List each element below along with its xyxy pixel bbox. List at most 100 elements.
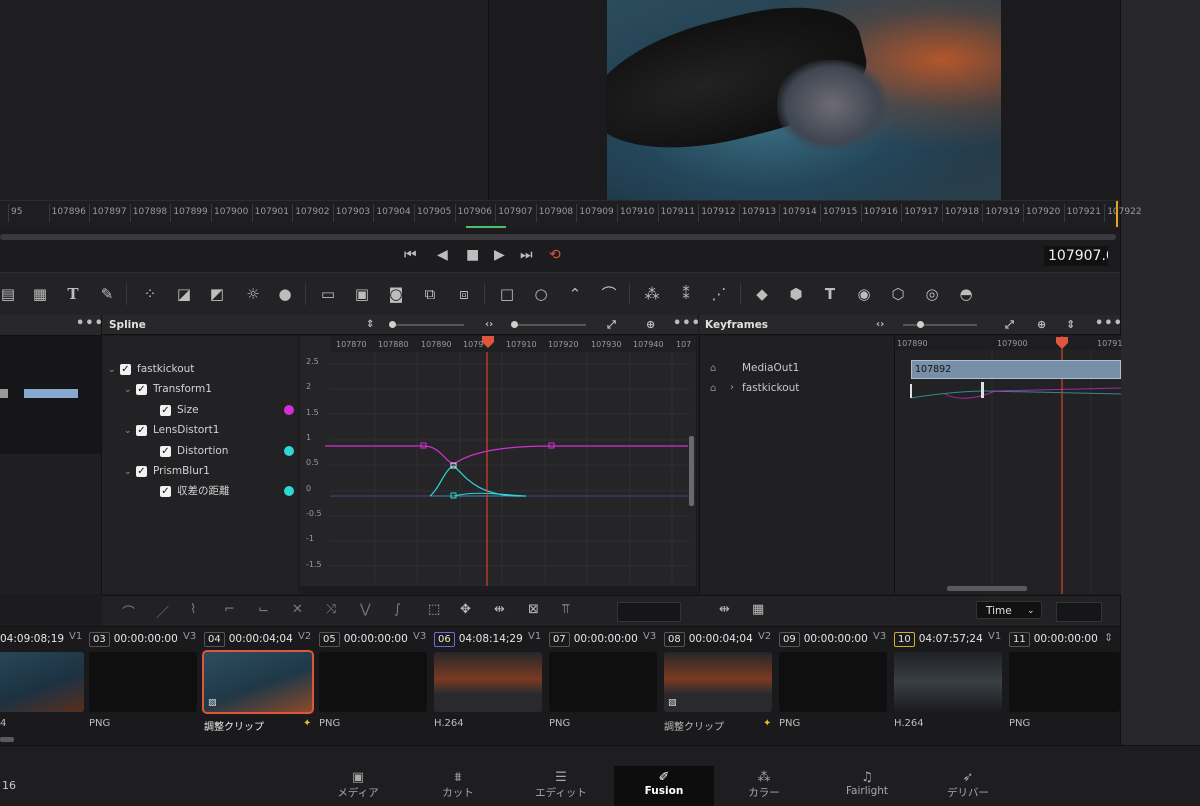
image-plane-3d-icon[interactable]: ◆ [752,284,772,304]
stop-icon[interactable]: ■ [466,247,479,263]
page-color[interactable]: ⁂ カラー [714,766,814,806]
checkbox[interactable]: ✓ [160,445,171,457]
resize-tool-icon[interactable]: ⧉ [420,284,440,304]
clip-thumbnail[interactable] [549,652,657,712]
loop-spline-icon[interactable]: ⤨ [326,602,336,617]
spline-ruler[interactable]: 107870 107880 107890 1079 107910 107920 … [330,336,696,352]
bspline-mask-icon[interactable]: ⌒ [599,284,619,304]
time-dropdown[interactable]: Time ⌄ [976,601,1042,619]
up-down-icon[interactable]: ⇕ [366,315,374,335]
relative-icon[interactable]: ∫ [394,602,401,617]
particles-tool-icon[interactable]: ⁘ [140,284,160,304]
clip-thumbnail[interactable] [1009,652,1120,712]
spline-value-field[interactable] [617,602,681,622]
clip-thumbnail[interactable]: ▧ [664,652,772,712]
fit-icon[interactable]: ⤢ [607,315,616,335]
rectangle-mask-icon[interactable]: □ [497,284,517,304]
matte-control-icon[interactable]: ◙ [386,284,406,304]
merge-3d-icon[interactable]: ⬡ [888,284,908,304]
checkbox[interactable]: ✓ [160,404,171,416]
more-options-icon[interactable]: ••• [76,314,104,334]
page-edit[interactable]: ☰ エディット [511,766,611,806]
tree-row-aberration[interactable]: ✓ 収差の距離 [160,482,230,500]
tree-row-distortion[interactable]: ✓ Distortion [160,442,228,460]
keyframes-graph[interactable]: 107890 107900 10791 107892 [894,336,1122,594]
play-icon[interactable]: ▶ [494,247,505,263]
keyframe-clip-bar[interactable]: 107892 [911,360,1121,379]
camera-3d-icon[interactable]: ◉ [854,284,874,304]
tree-row-size[interactable]: ✓ Size [160,401,199,419]
kf-time-stretch-icon[interactable]: ⇹ [719,602,730,617]
spreadsheet-icon[interactable]: ▦ [752,602,764,617]
go-to-start-icon[interactable]: ⏮ [404,247,417,263]
invert-icon[interactable]: ⌇ [190,602,196,617]
distortion-color-dot[interactable] [284,446,294,456]
page-fusion[interactable]: ✐ Fusion [614,766,714,806]
clips-expand-icon[interactable]: ⇕ [1104,631,1113,644]
clips-scrollbar[interactable] [0,737,14,742]
clip-thumbnail[interactable] [89,652,197,712]
ping-pong-icon[interactable]: ⋁ [360,602,371,617]
zoom-slider-thumb[interactable] [389,321,396,328]
spline-graph[interactable]: 2.5 2 1.5 1 0.5 0 -0.5 -1 -1.5 [300,336,696,592]
keyframes-zoom-track[interactable] [903,324,977,326]
timeline-ruler[interactable]: 95 107896 107897 107898 107899 107900 107901 10… [0,200,1142,229]
size-color-dot[interactable] [284,405,294,415]
smooth-icon[interactable]: ⌒ [122,602,135,621]
color-curves-icon[interactable]: ◪ [174,284,194,304]
timecode-display[interactable]: 107907.0 [1044,246,1108,266]
clip-thumbnail[interactable] [319,652,427,712]
zoom-slider-track[interactable] [390,324,464,326]
merge-tool-icon[interactable]: ▭ [318,284,338,304]
keyframes-zoom-thumb[interactable] [917,321,924,328]
keyframes-options-icon[interactable]: ••• [1095,314,1123,334]
text-3d-icon[interactable]: T [820,284,840,304]
clip-thumbnail[interactable] [894,652,1002,712]
keyframes-zoom-icon[interactable]: ⊕ [1037,315,1046,335]
reverse-icon[interactable]: ✕ [292,602,303,617]
lock-icon[interactable]: ⌂ [710,383,716,394]
go-to-end-icon[interactable]: ⏭ [520,247,533,263]
checkbox[interactable]: ✓ [160,485,171,497]
clip-thumbnail-selected[interactable]: ▧ [202,650,314,714]
scrub-bar[interactable] [0,234,1116,240]
color-drop-icon[interactable]: ● [275,284,295,304]
particle-emitter-icon[interactable]: ⁂ [642,284,662,304]
render-3d-icon[interactable]: ◎ [922,284,942,304]
zoom-slider-track-2[interactable] [512,324,586,326]
shape-3d-icon[interactable]: ⬢ [786,284,806,304]
zoom-slider-thumb-2[interactable] [511,321,518,328]
polygon-mask-icon[interactable]: ⌃ [565,284,585,304]
paint-tool-icon[interactable]: ✎ [97,284,117,304]
kf-value-field[interactable] [1056,602,1102,622]
background-tool-icon[interactable]: ▤ [0,284,18,304]
particle-force-icon[interactable]: ⋰ [709,284,729,304]
kf-row-fastkickout[interactable]: fastkickout [742,382,799,394]
loop-icon[interactable]: ⟲ [549,247,561,263]
expand-chevron-icon[interactable]: › [730,382,734,393]
clip-thumbnail[interactable] [434,652,542,712]
step-in-icon[interactable]: ⌐ [224,602,235,617]
page-media[interactable]: ▣ メディア [308,766,408,806]
checkbox[interactable]: ✓ [136,424,147,436]
zoom-icon[interactable]: ⊕ [646,315,655,335]
checkbox[interactable]: ✓ [136,465,147,477]
kf-row-mediaout1[interactable]: MediaOut1 [742,362,799,374]
spline-graph-svg[interactable] [300,336,696,592]
linear-icon[interactable]: ／ [156,602,169,621]
step-out-icon[interactable]: ⌙ [258,602,269,617]
time-stretch-icon[interactable]: ⇹ [494,602,505,617]
page-cut[interactable]: ⩩ カット [408,766,508,806]
keyframes-fit-icon[interactable]: ⤢ [1005,315,1014,335]
page-deliver[interactable]: ➶ デリバー [918,766,1018,806]
color-corrector-icon[interactable]: ☼ [243,284,263,304]
aberration-color-dot[interactable] [284,486,294,496]
text-tool-icon[interactable]: T [63,284,83,304]
page-fairlight[interactable]: ♫ Fairlight [817,766,917,806]
show-keys-icon[interactable]: ⫪ [562,602,569,617]
shape-box-icon[interactable]: ⊠ [528,602,539,617]
select-icon[interactable]: ⬚ [428,602,440,617]
keyframes-collapse-icon[interactable]: ⇕ [1066,315,1075,335]
horizontal-zoom-icon[interactable]: ‹› [485,315,493,335]
clip-thumbnail[interactable] [779,652,887,712]
